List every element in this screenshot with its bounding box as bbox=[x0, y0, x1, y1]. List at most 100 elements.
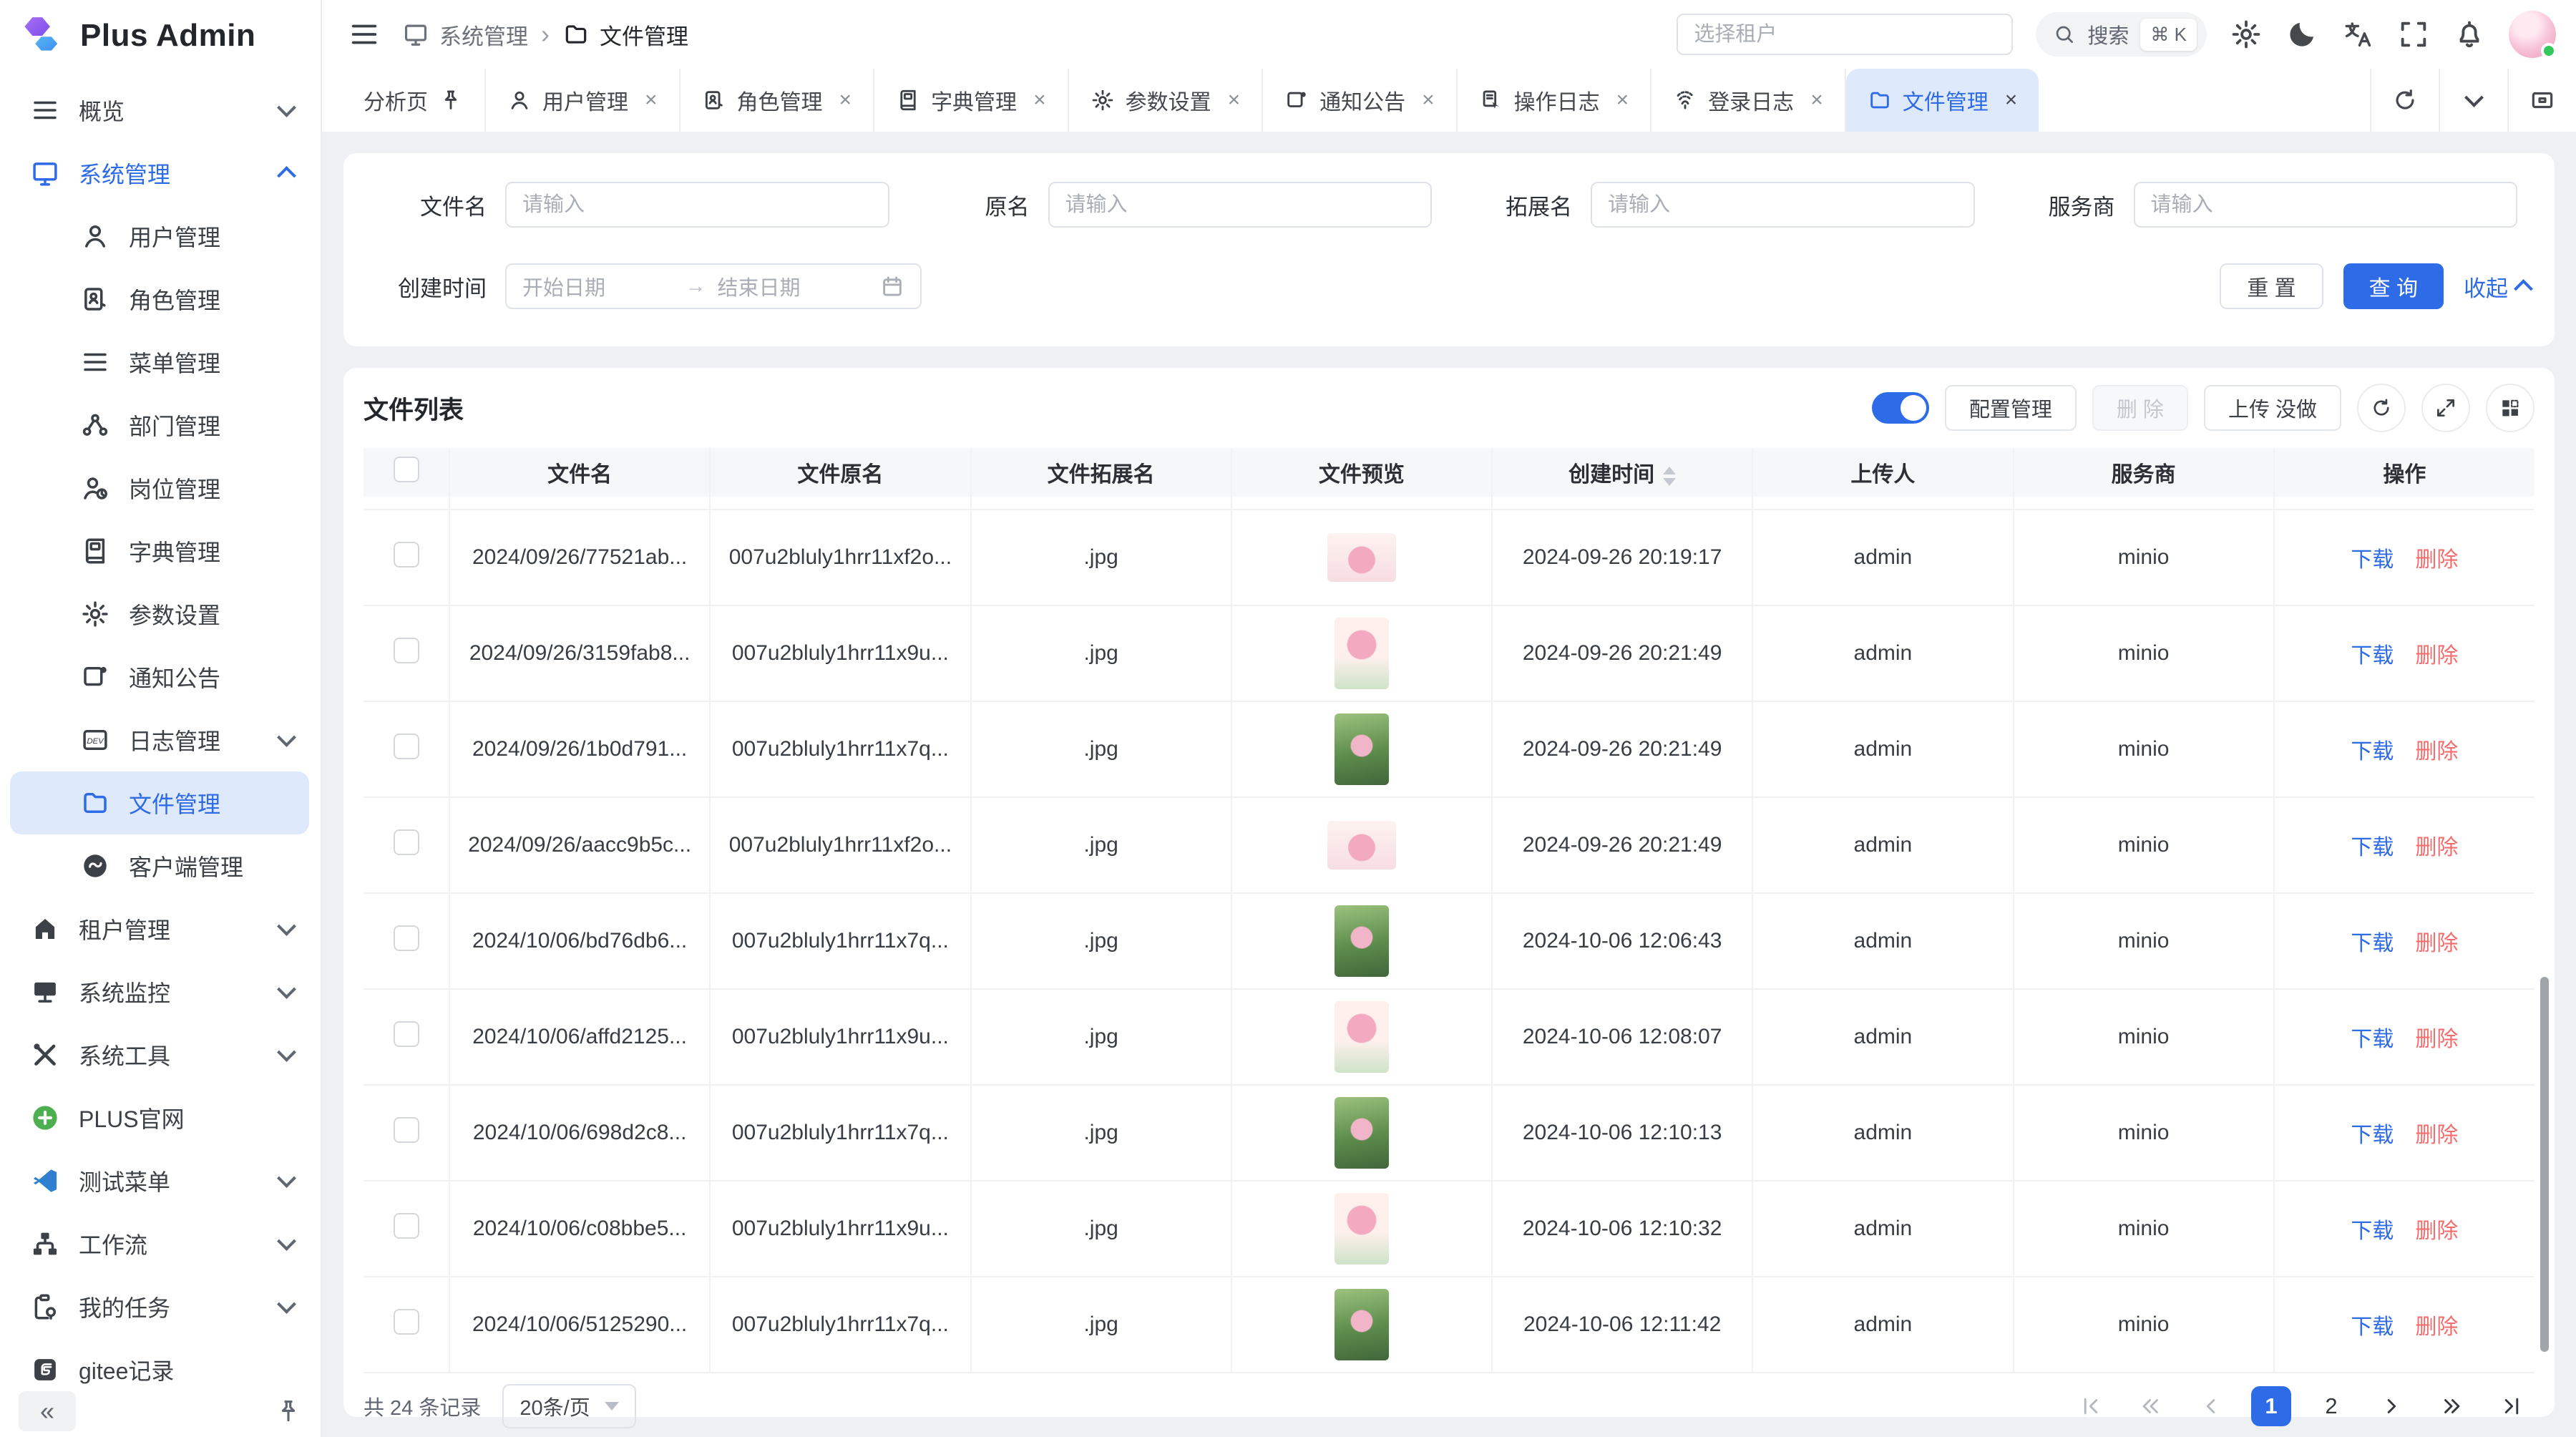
sidebar-item-post-management[interactable]: 岗位管理 bbox=[0, 457, 321, 520]
query-button[interactable]: 查 询 bbox=[2343, 263, 2444, 309]
page-size-select[interactable]: 20条/页 bbox=[502, 1384, 635, 1428]
sidebar-item-workflow[interactable]: 工作流 bbox=[0, 1212, 321, 1275]
close-icon[interactable]: × bbox=[839, 88, 852, 112]
date-range-input[interactable]: 开始日期 → 结束日期 bbox=[505, 263, 922, 309]
col-preview[interactable]: 文件预览 bbox=[1231, 448, 1492, 497]
file-preview-thumb[interactable] bbox=[1327, 533, 1396, 582]
download-link[interactable]: 下载 bbox=[2351, 740, 2394, 764]
fullscreen-icon[interactable] bbox=[2397, 18, 2430, 51]
collapse-filters-link[interactable]: 收起 bbox=[2464, 271, 2530, 303]
sidebar-item-menu-management[interactable]: 菜单管理 bbox=[0, 331, 321, 394]
sidebar-item-dict-management[interactable]: 字典管理 bbox=[0, 520, 321, 583]
dark-mode-icon[interactable] bbox=[2285, 18, 2318, 51]
tab-file-management[interactable]: 文件管理 × bbox=[1846, 69, 2039, 132]
sidebar-item-log-management[interactable]: DEV 日志管理 bbox=[0, 708, 321, 771]
config-management-button[interactable]: 配置管理 bbox=[1945, 385, 2077, 431]
delete-link[interactable]: 删除 bbox=[2415, 1028, 2458, 1051]
page-1-button[interactable]: 1 bbox=[2251, 1386, 2291, 1426]
download-link[interactable]: 下载 bbox=[2351, 548, 2394, 572]
col-created-time[interactable]: 创建时间 bbox=[1492, 448, 1752, 497]
col-provider[interactable]: 服务商 bbox=[2014, 448, 2274, 497]
sidebar-item-dept-management[interactable]: 部门管理 bbox=[0, 394, 321, 457]
sidebar-item-notice[interactable]: 通知公告 bbox=[0, 646, 321, 708]
file-preview-thumb[interactable] bbox=[1335, 905, 1389, 977]
file-preview-thumb[interactable] bbox=[1335, 1097, 1389, 1169]
delete-link[interactable]: 删除 bbox=[2415, 1219, 2458, 1243]
settings-icon[interactable] bbox=[2230, 18, 2263, 51]
download-link[interactable]: 下载 bbox=[2351, 644, 2394, 668]
tab-user-management[interactable]: 用户管理 × bbox=[486, 69, 680, 132]
col-uploader[interactable]: 上传人 bbox=[1752, 448, 2013, 497]
download-link[interactable]: 下载 bbox=[2351, 1219, 2394, 1243]
file-preview-thumb[interactable] bbox=[1335, 1289, 1389, 1360]
table-scrollbar[interactable] bbox=[2540, 977, 2549, 1352]
sidebar-item-client-management[interactable]: 客户端管理 bbox=[0, 834, 321, 897]
sidebar-collapse-button[interactable]: « bbox=[19, 1391, 76, 1431]
col-original-name[interactable]: 文件原名 bbox=[710, 448, 970, 497]
file-preview-thumb[interactable] bbox=[1335, 713, 1389, 785]
delete-button[interactable]: 删 除 bbox=[2092, 385, 2188, 431]
tabs-refresh-button[interactable] bbox=[2370, 69, 2439, 132]
sidebar-item-plus-website[interactable]: PLUS官网 bbox=[0, 1086, 321, 1149]
sidebar-item-my-tasks[interactable]: 我的任务 bbox=[0, 1275, 321, 1338]
row-checkbox[interactable] bbox=[394, 1213, 419, 1239]
close-icon[interactable]: × bbox=[1033, 88, 1046, 112]
reset-button[interactable]: 重 置 bbox=[2220, 263, 2323, 309]
toolbar-toggle[interactable] bbox=[1872, 392, 1929, 424]
download-link[interactable]: 下载 bbox=[2351, 836, 2394, 859]
sidebar-item-system-monitor[interactable]: 系统监控 bbox=[0, 960, 321, 1023]
download-link[interactable]: 下载 bbox=[2351, 1124, 2394, 1147]
global-search-button[interactable]: 搜索 ⌘ K bbox=[2036, 12, 2207, 57]
breadcrumb-system-management[interactable]: 系统管理 bbox=[402, 19, 528, 51]
file-preview-thumb[interactable] bbox=[1335, 1001, 1389, 1073]
prev-page-button[interactable] bbox=[2191, 1386, 2231, 1426]
translate-icon[interactable] bbox=[2341, 18, 2374, 51]
close-icon[interactable]: × bbox=[2005, 88, 2018, 112]
pin-sidebar-icon[interactable] bbox=[275, 1398, 302, 1425]
download-link[interactable]: 下载 bbox=[2351, 1315, 2394, 1339]
avatar[interactable] bbox=[2509, 11, 2556, 58]
delete-link[interactable]: 删除 bbox=[2415, 836, 2458, 859]
notifications-icon[interactable] bbox=[2453, 18, 2486, 51]
prev-5-pages-button[interactable] bbox=[2131, 1386, 2171, 1426]
last-page-button[interactable] bbox=[2492, 1386, 2532, 1426]
sort-carets-icon[interactable] bbox=[1663, 467, 1676, 486]
download-link[interactable]: 下载 bbox=[2351, 932, 2394, 955]
file-preview-thumb[interactable] bbox=[1327, 821, 1396, 869]
close-icon[interactable]: × bbox=[645, 88, 658, 112]
tenant-select-input[interactable] bbox=[1677, 14, 2013, 55]
close-icon[interactable]: × bbox=[1810, 88, 1823, 112]
col-extension[interactable]: 文件拓展名 bbox=[971, 448, 1231, 497]
sidebar-item-test-menu[interactable]: 测试菜单 bbox=[0, 1149, 321, 1212]
sidebar-item-system-tools[interactable]: 系统工具 bbox=[0, 1023, 321, 1086]
sidebar-item-overview[interactable]: 概览 bbox=[0, 79, 321, 142]
upload-button[interactable]: 上传 没做 bbox=[2204, 385, 2341, 431]
select-all-checkbox[interactable] bbox=[394, 457, 419, 482]
col-file-name[interactable]: 文件名 bbox=[449, 448, 710, 497]
tabs-fullscreen-button[interactable] bbox=[2507, 69, 2576, 132]
tab-analysis[interactable]: 分析页 bbox=[342, 69, 486, 132]
sidebar-item-user-management[interactable]: 用户管理 bbox=[0, 205, 321, 268]
sidebar-item-file-management[interactable]: 文件管理 bbox=[10, 771, 309, 834]
delete-link[interactable]: 删除 bbox=[2415, 548, 2458, 572]
hamburger-icon[interactable] bbox=[348, 18, 381, 51]
close-icon[interactable]: × bbox=[1228, 88, 1241, 112]
tab-role-management[interactable]: 角色管理 × bbox=[680, 69, 875, 132]
delete-link[interactable]: 删除 bbox=[2415, 740, 2458, 764]
close-icon[interactable]: × bbox=[1616, 88, 1629, 112]
breadcrumb-file-management[interactable]: 文件管理 bbox=[562, 19, 688, 51]
delete-link[interactable]: 删除 bbox=[2415, 1124, 2458, 1147]
delete-link[interactable]: 删除 bbox=[2415, 932, 2458, 955]
next-5-pages-button[interactable] bbox=[2431, 1386, 2472, 1426]
row-checkbox[interactable] bbox=[394, 1117, 419, 1143]
page-2-button[interactable]: 2 bbox=[2311, 1386, 2351, 1426]
tab-operation-log[interactable]: 操作日志 × bbox=[1458, 69, 1652, 132]
col-actions[interactable]: 操作 bbox=[2274, 448, 2534, 497]
row-checkbox[interactable] bbox=[394, 734, 419, 759]
row-checkbox[interactable] bbox=[394, 542, 419, 568]
tab-notice[interactable]: 通知公告 × bbox=[1263, 69, 1458, 132]
close-icon[interactable]: × bbox=[1422, 88, 1435, 112]
sidebar-item-system-management[interactable]: 系统管理 bbox=[0, 142, 321, 205]
next-page-button[interactable] bbox=[2371, 1386, 2411, 1426]
download-link[interactable]: 下载 bbox=[2351, 1028, 2394, 1051]
